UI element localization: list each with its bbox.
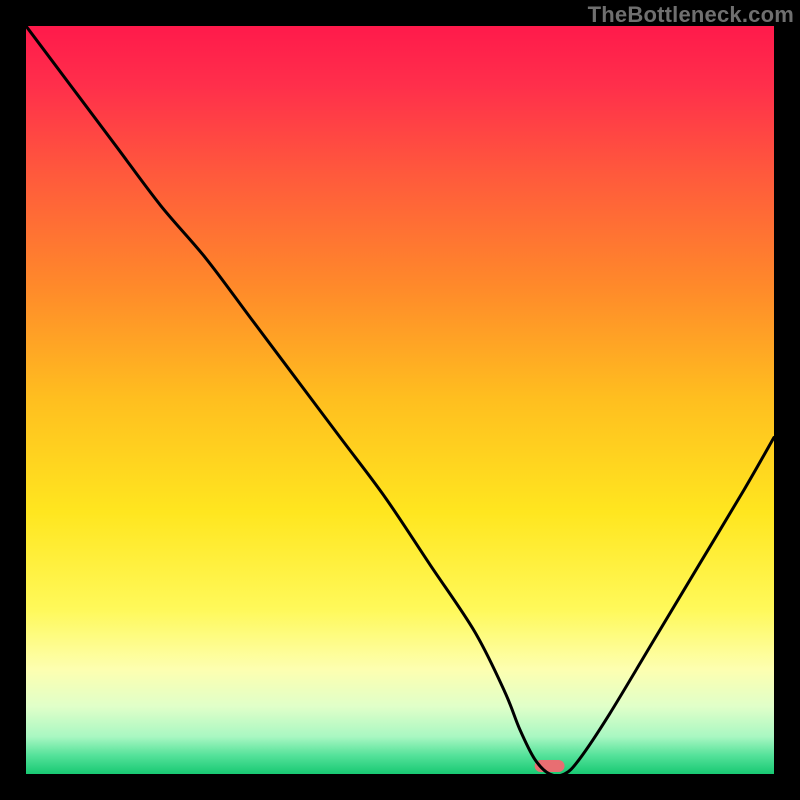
gradient-background <box>26 26 774 774</box>
chart-svg <box>26 26 774 774</box>
watermark-text: TheBottleneck.com <box>588 2 794 28</box>
chart-frame: TheBottleneck.com <box>0 0 800 800</box>
plot-area <box>26 26 774 774</box>
